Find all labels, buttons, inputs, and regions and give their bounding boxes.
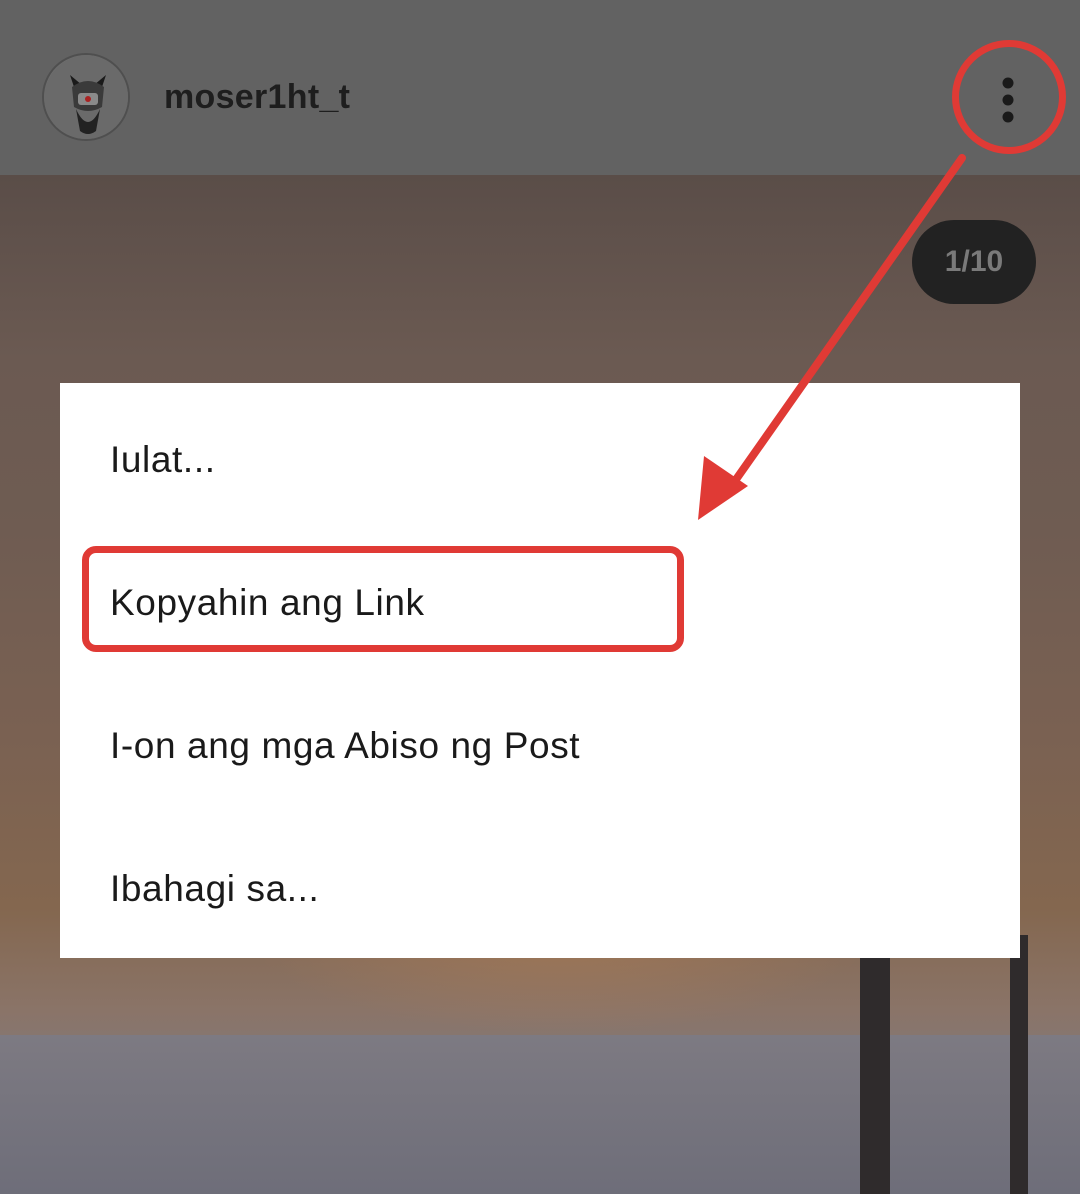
menu-item-share-to[interactable]: Ibahagi sa...	[60, 817, 1020, 960]
highlight-box-annotation	[82, 546, 684, 652]
menu-item-turn-on-notifications[interactable]: I-on ang mga Abiso ng Post	[60, 674, 1020, 817]
menu-item-report[interactable]: Iulat...	[60, 388, 1020, 531]
screen: 1/10 moser1ht_t Iulat... Kopyahin ang Li…	[0, 0, 1080, 1194]
highlight-circle-annotation	[952, 40, 1066, 154]
post-header: moser1ht_t	[0, 0, 1080, 175]
avatar-character-icon	[44, 55, 128, 139]
post-options-menu: Iulat... Kopyahin ang Link I-on ang mga …	[60, 383, 1020, 958]
username[interactable]: moser1ht_t	[164, 78, 350, 117]
tree-trunk	[1010, 935, 1028, 1194]
menu-item-label: I-on ang mga Abiso ng Post	[110, 724, 581, 766]
snowy-path	[0, 1035, 1080, 1194]
image-counter-badge: 1/10	[912, 220, 1036, 304]
avatar[interactable]	[42, 53, 130, 141]
menu-item-label: Ibahagi sa...	[110, 867, 320, 909]
tree-trunk	[860, 955, 890, 1194]
menu-item-label: Iulat...	[110, 438, 216, 480]
